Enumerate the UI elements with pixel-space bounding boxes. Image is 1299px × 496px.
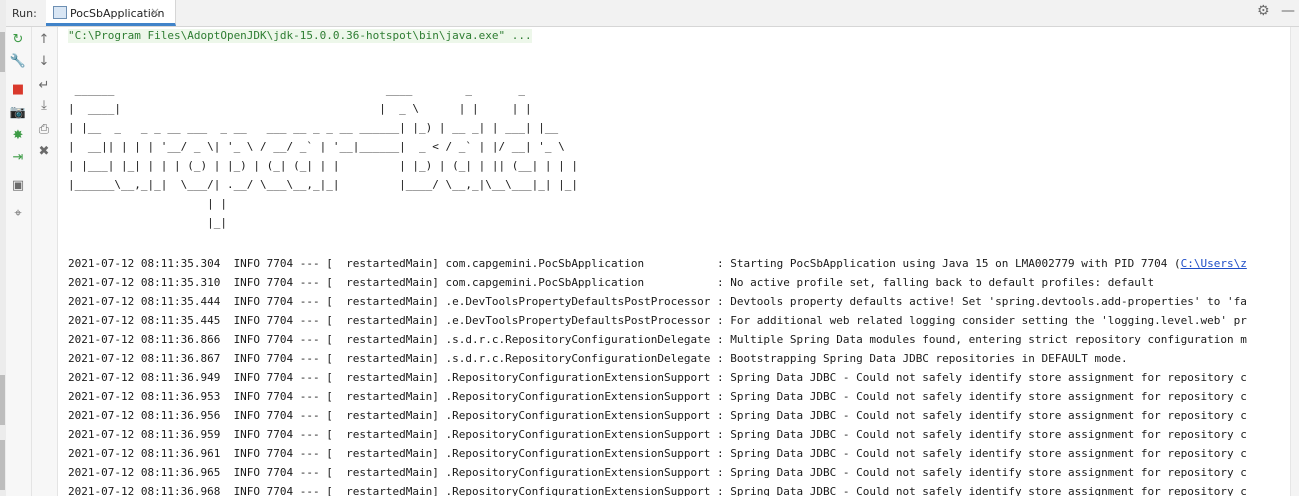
scroll-to-end-icon[interactable]: ⤓ — [35, 97, 53, 115]
banner-line: |______\__,_|_| \___/| .__/ \___\__,_|_|… — [68, 178, 578, 191]
side-tab-stub[interactable] — [0, 440, 5, 490]
run-toolbar-left: ↻ 🔧 ■ 📷 ✸ ⇥ ▣ ⌖ — [6, 27, 32, 496]
scroll-up-icon[interactable]: ↑ — [35, 31, 53, 49]
banner-line: |_| — [68, 216, 227, 229]
banner-line: | __|| | | | '__/ _ \| '_ \ / __/ _` | '… — [68, 140, 565, 153]
vertical-scrollbar[interactable] — [1290, 27, 1299, 496]
pin-icon[interactable]: ⌖ — [9, 205, 27, 223]
run-label: Run: — [12, 7, 37, 20]
log-line: 2021-07-12 08:11:36.968 INFO 7704 --- [ … — [68, 485, 1247, 496]
settings-gear-icon[interactable]: ⚙ — [1257, 3, 1270, 19]
side-tab-stub[interactable] — [0, 375, 5, 425]
log-line: 2021-07-12 08:11:35.444 INFO 7704 --- [ … — [68, 295, 1247, 308]
hide-minimize-icon[interactable]: — — [1281, 3, 1295, 19]
log-line: 2021-07-12 08:11:35.310 INFO 7704 --- [ … — [68, 276, 1155, 289]
log-line: 2021-07-12 08:11:36.956 INFO 7704 --- [ … — [68, 409, 1247, 422]
console-output[interactable]: "C:\Program Files\AdoptOpenJDK\jdk-15.0.… — [58, 27, 1290, 496]
log-line: 2021-07-12 08:11:36.867 INFO 7704 --- [ … — [68, 352, 1128, 365]
tab-pocsbapplication[interactable]: PocSbApplication × — [46, 0, 176, 26]
log-line: 2021-07-12 08:11:36.953 INFO 7704 --- [ … — [68, 390, 1247, 403]
print-icon[interactable]: ⎙ — [35, 121, 53, 139]
banner-line: | |__ _ _ _ __ ___ _ __ ___ __ _ _ __ __… — [68, 121, 559, 134]
exit-icon[interactable]: ⇥ — [9, 149, 27, 167]
scroll-down-icon[interactable]: ↓ — [35, 53, 53, 71]
trash-icon[interactable]: ✖ — [35, 143, 53, 161]
rerun-icon[interactable]: ↻ — [9, 31, 27, 49]
run-toolbar-right: ↑ ↓ ↵ ⤓ ⎙ ✖ — [32, 27, 58, 496]
banner-line: | |___| |_| | | | (_) | |_) | (_| (_| | … — [68, 159, 578, 172]
wrench-icon[interactable]: 🔧 — [9, 53, 27, 71]
log-file-link[interactable]: C:\Users\z — [1181, 257, 1247, 270]
log-line: 2021-07-12 08:11:36.965 INFO 7704 --- [ … — [68, 466, 1247, 479]
console-window-icon — [53, 6, 67, 19]
log-line: 2021-07-12 08:11:36.959 INFO 7704 --- [ … — [68, 428, 1247, 441]
stop-icon[interactable]: ■ — [9, 81, 27, 99]
java-command-line[interactable]: "C:\Program Files\AdoptOpenJDK\jdk-15.0.… — [68, 29, 532, 43]
log-line: 2021-07-12 08:11:35.304 INFO 7704 --- [ … — [68, 257, 1247, 270]
run-tool-window-header: Run: PocSbApplication × ⚙ — — [6, 0, 1299, 27]
layout-icon[interactable]: ▣ — [9, 177, 27, 195]
banner-line: ______ ____ _ _ — [68, 83, 525, 96]
banner-line: | | — [68, 197, 227, 210]
side-tab-stub[interactable] — [0, 32, 5, 72]
camera-icon[interactable]: 📷 — [9, 104, 27, 122]
log-line: 2021-07-12 08:11:35.445 INFO 7704 --- [ … — [68, 314, 1247, 327]
log-line: 2021-07-12 08:11:36.866 INFO 7704 --- [ … — [68, 333, 1247, 346]
banner-line: | ____| | _ \ | | | | — [68, 102, 532, 115]
soft-wrap-icon[interactable]: ↵ — [35, 77, 53, 95]
close-icon[interactable]: × — [150, 5, 160, 19]
log-line: 2021-07-12 08:11:36.961 INFO 7704 --- [ … — [68, 447, 1247, 460]
log-line: 2021-07-12 08:11:36.949 INFO 7704 --- [ … — [68, 371, 1247, 384]
debug-bug-icon[interactable]: ✸ — [9, 127, 27, 145]
